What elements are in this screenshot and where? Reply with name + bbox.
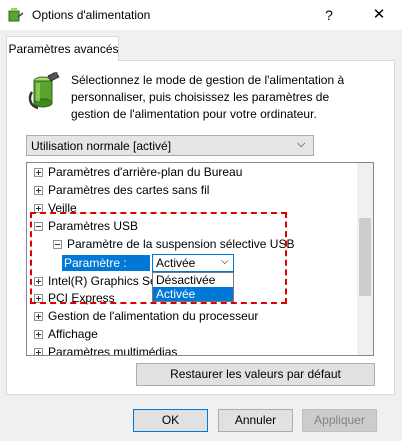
tree-item-label: Paramètres des cartes sans fil [48, 183, 210, 197]
option-enabled[interactable]: Activée [153, 287, 233, 301]
restore-defaults-button[interactable]: Restaurer les valeurs par défaut [136, 363, 375, 386]
close-icon[interactable]: ✕ [362, 2, 396, 28]
tree-item-label: Paramètres d'arrière-plan du Bureau [48, 165, 243, 179]
option-disabled[interactable]: Désactivée [153, 273, 233, 287]
scrollbar-thumb[interactable] [359, 218, 371, 296]
power-plan-value: Utilisation normale [activé] [31, 139, 172, 153]
setting-current-value: Activée [156, 256, 196, 270]
expand-icon[interactable] [34, 186, 43, 195]
tree-item-label: Paramètre de la suspension sélective USB [67, 237, 295, 251]
expand-icon[interactable] [34, 294, 43, 303]
description-text: Sélectionnez le mode de gestion de l'ali… [71, 73, 345, 121]
setting-label: Paramètre : [62, 255, 150, 271]
setting-options-list: Désactivée Activée [152, 272, 234, 302]
window-title: Options d'alimentation [32, 8, 151, 22]
help-icon[interactable]: ? [318, 2, 340, 28]
collapse-icon[interactable] [34, 222, 43, 231]
setting-value-select[interactable]: Activée ⌵ [152, 254, 234, 272]
tab-advanced-settings[interactable]: Paramètres avancés [6, 36, 119, 61]
expand-icon[interactable] [34, 348, 43, 355]
tree-item-label: Paramètres multimédias [48, 345, 178, 356]
apply-button[interactable]: Appliquer [302, 409, 377, 432]
ok-button[interactable]: OK [133, 409, 208, 432]
expand-icon[interactable] [34, 330, 43, 339]
tab-label: Paramètres avancés [8, 42, 119, 56]
chevron-down-icon: ⌵ [221, 256, 229, 267]
tree-item-label: Gestion de l'alimentation du processeur [48, 309, 259, 323]
chevron-down-icon: ⌵ [297, 138, 306, 150]
expand-icon[interactable] [34, 277, 43, 286]
tree-item-label: Paramètres USB [48, 219, 139, 233]
battery-plug-icon [26, 70, 62, 112]
power-plan-select[interactable]: Utilisation normale [activé] ⌵ [26, 135, 314, 156]
tree-item-label: PCI Express [48, 291, 115, 305]
expand-icon[interactable] [34, 168, 43, 177]
cancel-button[interactable]: Annuler [218, 409, 293, 432]
expand-icon[interactable] [34, 312, 43, 321]
tree-item-label: Affichage [48, 327, 98, 341]
power-options-icon [8, 7, 24, 23]
collapse-icon[interactable] [53, 240, 62, 249]
tree-item-label: Intel(R) Graphics Se [48, 274, 157, 288]
tree-item-label: Veille [48, 201, 77, 215]
expand-icon[interactable] [34, 204, 43, 213]
